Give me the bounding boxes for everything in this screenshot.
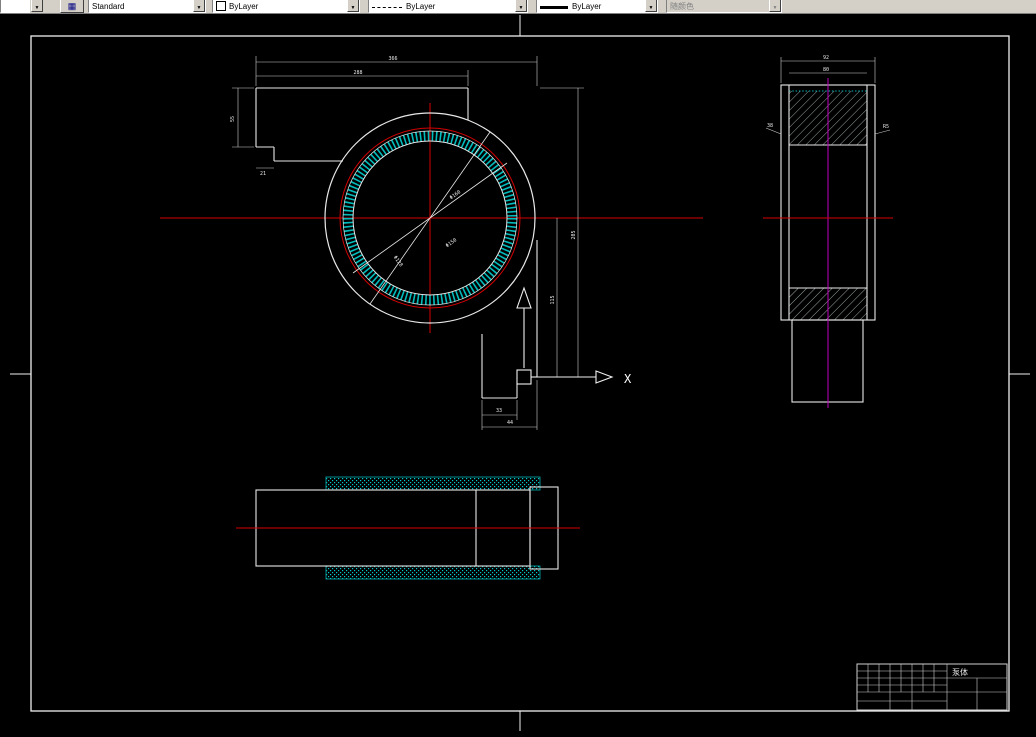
chevron-down-icon[interactable]: ▼: [645, 0, 657, 12]
ucs-x-label: X: [624, 372, 632, 386]
plot-style-combo: 随颜色 ▼: [666, 0, 782, 13]
dim-label-notch-total: 44: [507, 420, 513, 426]
bottom-hatch-bottom: [325, 565, 541, 580]
dim-label-total-width: 366: [388, 56, 397, 62]
dim-label-flange-height: 55: [230, 116, 236, 122]
bottom-hatch-top: [325, 476, 541, 491]
drawing-canvas[interactable]: 366 288 55 21 115 205 33 44 Φ160 Φ150 Φ1…: [0, 0, 1036, 737]
linetype-combo[interactable]: ByLayer ▼: [368, 0, 528, 13]
dim-label-side-width: 92: [823, 55, 829, 61]
toolbar: ▼ ▦ Standard ▼ ByLayer ▼ ByLayer ▼ ByLay…: [0, 0, 1036, 14]
paper-space-background[interactable]: [0, 0, 1036, 737]
color-combo[interactable]: ByLayer ▼: [212, 0, 360, 13]
linetype-sample-icon: [372, 7, 402, 8]
partial-combo[interactable]: [0, 0, 30, 13]
linetype-value: ByLayer: [406, 2, 436, 11]
chevron-down-icon: ▼: [769, 0, 781, 12]
dim-label-right-total: 205: [571, 230, 577, 239]
dim-label-step: 21: [260, 171, 266, 177]
text-style-combo[interactable]: Standard ▼: [88, 0, 206, 13]
dim-label-right-inner: 115: [550, 295, 556, 304]
chevron-down-icon[interactable]: ▼: [193, 0, 205, 12]
cad-app-window: 366 288 55 21 115 205 33 44 Φ160 Φ150 Φ1…: [0, 0, 1036, 737]
drawing-svg[interactable]: 366 288 55 21 115 205 33 44 Φ160 Φ150 Φ1…: [0, 0, 1036, 737]
lineweight-combo[interactable]: ByLayer ▼: [536, 0, 658, 13]
lineweight-value: ByLayer: [572, 2, 602, 11]
chevron-down-icon[interactable]: ▼: [347, 0, 359, 12]
plot-style-value: 随颜色: [670, 2, 694, 11]
dim-label-side-left: 38: [767, 123, 773, 129]
color-value: ByLayer: [229, 2, 259, 11]
lineweight-sample-icon: [540, 6, 568, 9]
title-block-part-name: 泵体: [952, 667, 968, 677]
dim-label-side-right: R5: [883, 124, 889, 130]
text-style-value: Standard: [92, 2, 125, 11]
toolbar-icon[interactable]: ▦: [60, 0, 84, 13]
chevron-down-icon[interactable]: ▼: [515, 0, 527, 12]
dim-label-side-bore: 80: [823, 67, 829, 73]
dim-label-flange-width: 288: [353, 70, 362, 76]
color-swatch-icon: [216, 1, 226, 11]
dim-label-notch-width: 33: [496, 408, 502, 414]
partial-combo-arrow-icon[interactable]: ▼: [31, 0, 43, 12]
